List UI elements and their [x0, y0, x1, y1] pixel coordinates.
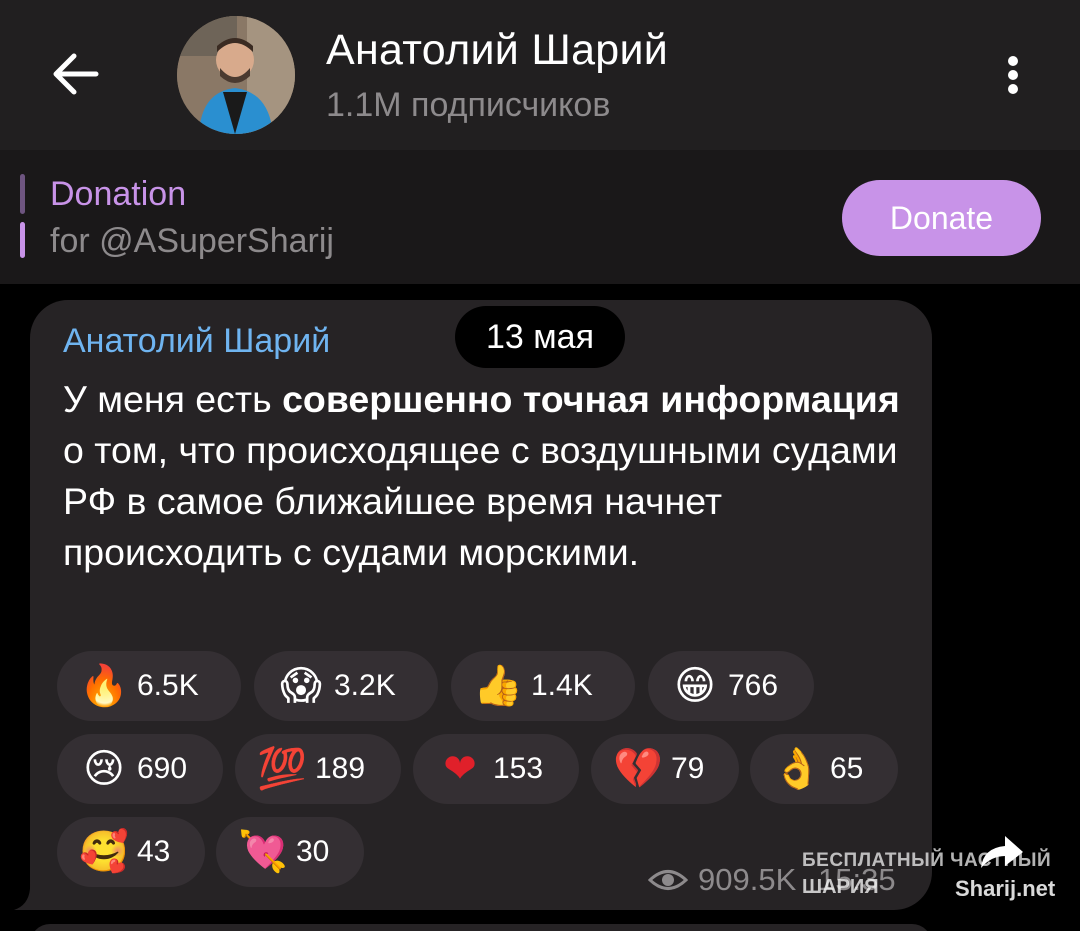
broken-heart-icon: 💔 [613, 746, 663, 792]
reaction-heart[interactable]: ❤ 153 [413, 734, 579, 804]
subscriber-count: 1.1M подписчиков [326, 86, 611, 124]
reaction-smiling-hearts[interactable]: 🥰 43 [57, 817, 205, 887]
date-badge: 13 мая [455, 306, 625, 368]
heart-arrow-icon: 💘 [238, 829, 288, 875]
bubble-tail [14, 880, 44, 910]
thumbs-up-icon: 👍 [473, 663, 523, 709]
smiling-face-hearts-icon: 🥰 [79, 829, 129, 875]
reaction-count: 189 [315, 752, 366, 785]
pinned-subtitle: for @ASuperSharij [50, 222, 334, 260]
reaction-count: 79 [671, 752, 705, 785]
reaction-heart-arrow[interactable]: 💘 30 [216, 817, 364, 887]
ok-hand-icon: 👌 [772, 746, 822, 792]
channel-title[interactable]: Анатолий Шарий [326, 26, 668, 75]
more-options-button[interactable] [998, 50, 1030, 100]
reaction-screaming[interactable]: 😱 3.2K [254, 651, 438, 721]
watermark-line2: ШАРИЯ [802, 876, 879, 898]
share-arrow-icon[interactable] [975, 828, 1027, 872]
pinned-indicator [20, 174, 25, 214]
reaction-grinning[interactable]: 😁 766 [648, 651, 814, 721]
watermark-site: Sharij.net [955, 876, 1056, 901]
hundred-points-icon: 💯 [257, 746, 307, 792]
fire-icon: 🔥 [79, 663, 129, 709]
view-count: 909.5K [648, 862, 796, 898]
pinned-title: Donation [50, 175, 187, 213]
more-vertical-icon [1008, 56, 1018, 66]
reaction-crying[interactable]: 😢 690 [57, 734, 223, 804]
message-text: У меня есть совершенно точная информация… [63, 374, 903, 578]
next-message-bubble [30, 924, 932, 931]
reaction-broken-heart[interactable]: 💔 79 [591, 734, 739, 804]
reaction-fire[interactable]: 🔥 6.5K [57, 651, 241, 721]
avatar[interactable] [177, 16, 295, 134]
eye-icon [648, 870, 688, 890]
chat-header: Анатолий Шарий 1.1M подписчиков [0, 0, 1080, 150]
reaction-count: 43 [137, 835, 171, 868]
reaction-count: 1.4K [531, 669, 593, 702]
grinning-face-icon: 😁 [674, 663, 716, 709]
reaction-count: 690 [137, 752, 188, 785]
reaction-hundred[interactable]: 💯 189 [235, 734, 401, 804]
message-segment-bold: совершенно точная информация [282, 378, 900, 420]
reaction-count: 153 [493, 752, 544, 785]
screaming-face-icon: 😱 [280, 663, 322, 709]
arrow-left-icon [53, 53, 99, 95]
views-label: 909.5K [698, 862, 797, 897]
reaction-count: 3.2K [334, 669, 396, 702]
donate-button[interactable]: Donate [842, 180, 1041, 256]
message-segment: У меня есть [63, 378, 283, 420]
reaction-count: 30 [296, 835, 330, 868]
message-author[interactable]: Анатолий Шарий [63, 322, 330, 361]
reaction-thumbs-up[interactable]: 👍 1.4K [451, 651, 635, 721]
crying-face-icon: 😢 [83, 746, 125, 792]
reaction-count: 766 [728, 669, 779, 702]
message-segment: о том, что происходящее с воздушными суд… [63, 429, 898, 573]
reaction-count: 6.5K [137, 669, 199, 702]
reaction-count: 65 [830, 752, 864, 785]
back-button[interactable] [48, 46, 104, 102]
reaction-ok-hand[interactable]: 👌 65 [750, 734, 898, 804]
red-heart-icon: ❤ [443, 746, 477, 792]
